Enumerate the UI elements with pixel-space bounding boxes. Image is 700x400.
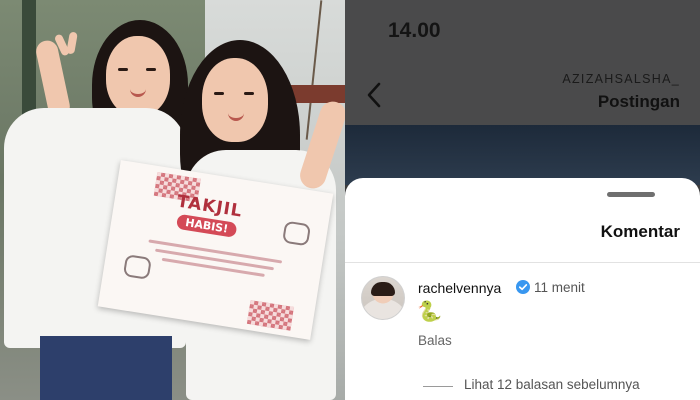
sign-doodle-icon [122, 254, 152, 280]
photo-two-women: TAKJIL HABIS! [0, 0, 345, 400]
replies-divider-line [423, 386, 453, 387]
comment-timestamp: 11 menit [534, 280, 585, 295]
page-title: Postingan [597, 92, 680, 111]
chevron-left-icon [367, 82, 381, 108]
sign-doodle-icon [282, 220, 312, 247]
comment-text: 🐍 [417, 301, 442, 323]
divider [345, 262, 700, 263]
view-previous-replies-link[interactable]: Lihat 12 balasan sebelumnya [464, 377, 640, 392]
back-button[interactable] [363, 80, 387, 110]
post-author-username[interactable]: AZIZAHSALSHA_ [562, 72, 680, 86]
comments-sheet: Komentar rachelvennya 11 menit 🐍 Balas L… [345, 178, 700, 400]
post-image-preview [345, 125, 700, 185]
reply-button[interactable]: Balas [418, 333, 452, 348]
comments-sheet-title: Komentar [600, 222, 680, 241]
sheet-drag-handle[interactable] [607, 192, 655, 197]
avatar-hair [371, 282, 395, 296]
sign-checker-pattern [246, 300, 295, 331]
comment-username[interactable]: rachelvennya [418, 280, 501, 296]
verified-badge-icon [516, 280, 530, 294]
status-bar-time: 14.00 [388, 19, 441, 42]
instagram-post-screen: 14.00 AZIZAHSALSHA_ Postingan Komentar r… [345, 0, 700, 400]
